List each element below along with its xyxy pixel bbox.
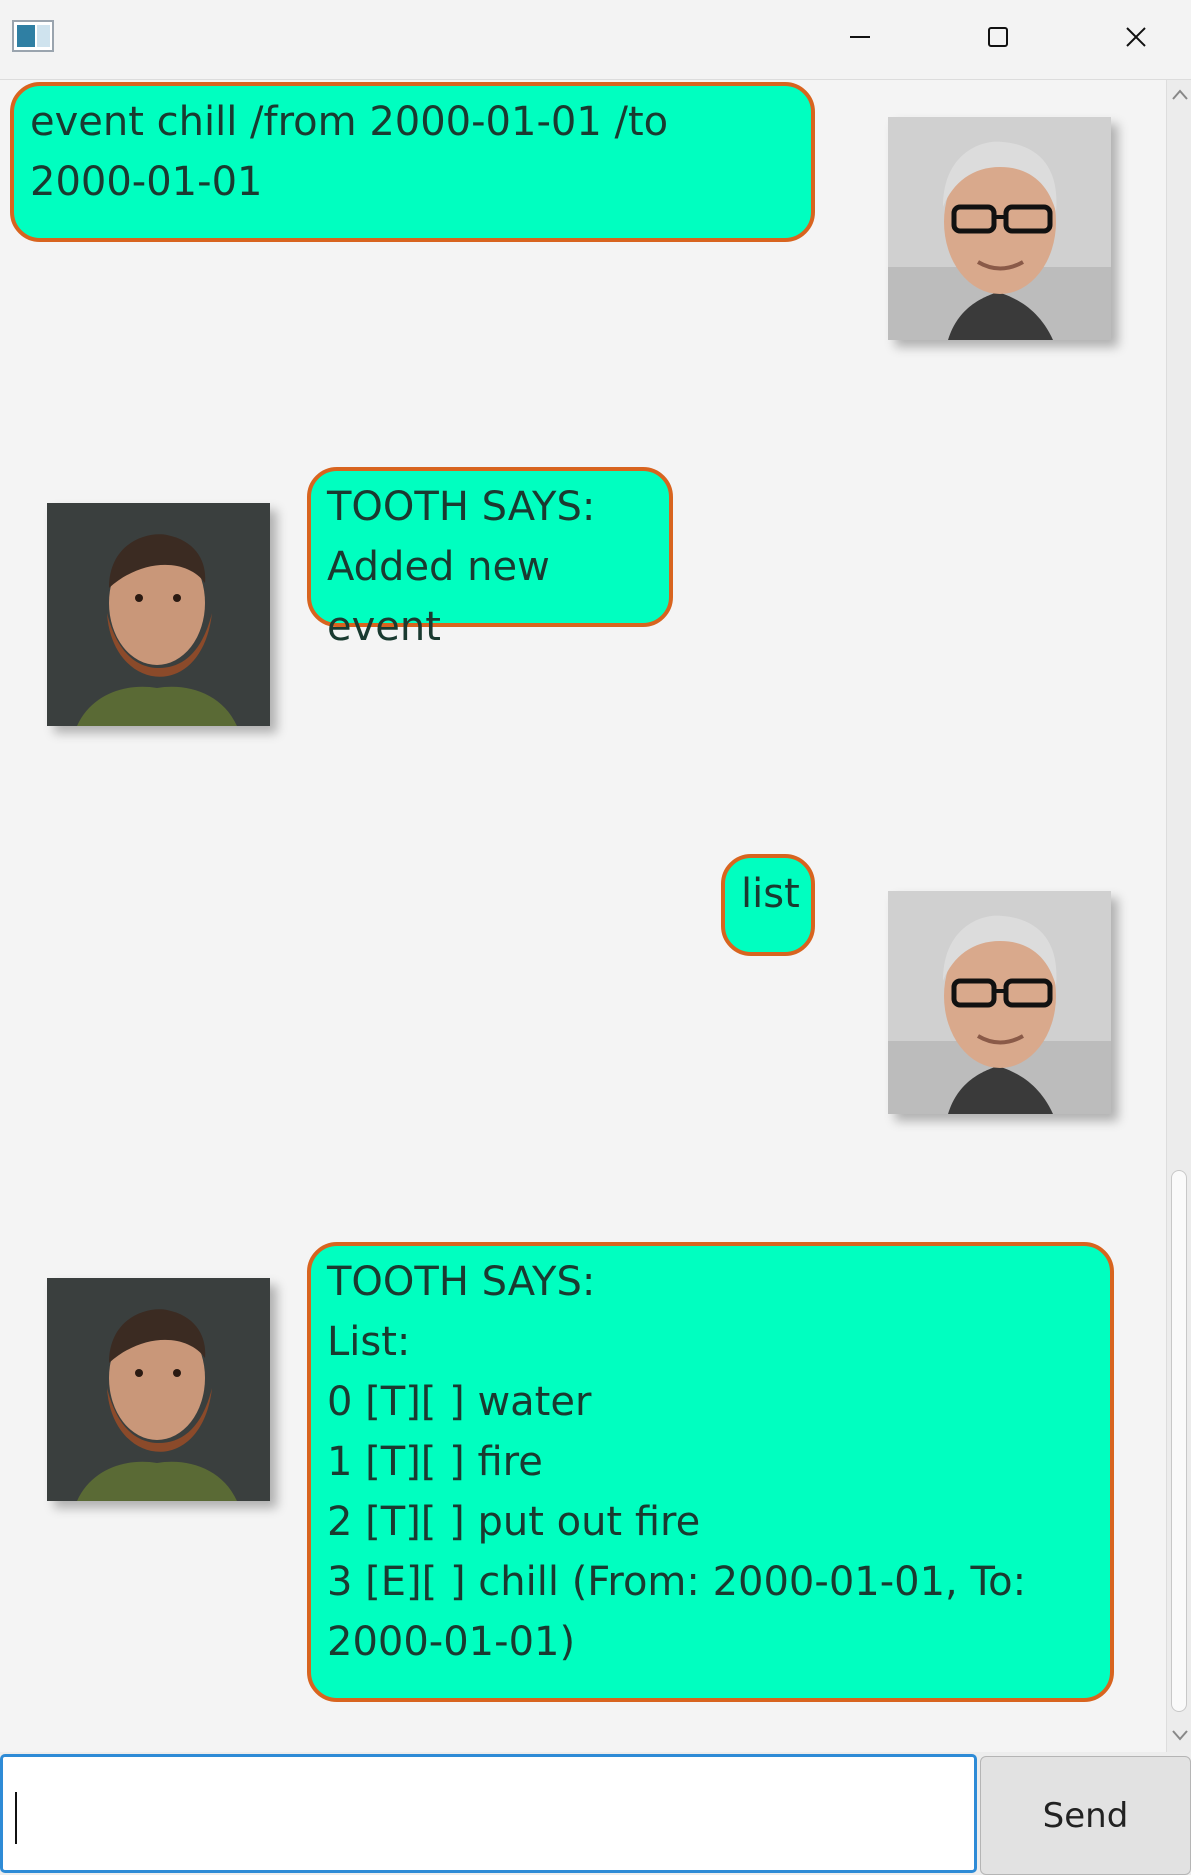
user-message-bubble: event chill /from 2000-01-01 /to 2000-01… — [10, 82, 815, 242]
scrollbar-thumb[interactable] — [1171, 1170, 1187, 1712]
minimize-icon — [850, 36, 870, 38]
bot-avatar — [47, 1278, 270, 1501]
user-message-bubble: list — [721, 854, 815, 956]
scroll-down-icon[interactable] — [1172, 1730, 1188, 1742]
minimize-button[interactable] — [791, 0, 927, 72]
bot-message-bubble: TOOTH SAYS: Added new event — [307, 467, 673, 650]
user-avatar — [888, 117, 1111, 340]
maximize-icon — [988, 27, 1008, 47]
chat-scroll-pane[interactable]: event chill /from 2000-01-01 /to 2000-01… — [0, 80, 1166, 1752]
text-caret — [15, 1792, 17, 1844]
bot-message-bubble: TOOTH SAYS: List: 0 [T][ ] water 1 [T][ … — [307, 1242, 1114, 1702]
scroll-up-icon[interactable] — [1172, 88, 1188, 100]
close-icon — [1126, 27, 1146, 47]
user-avatar — [888, 891, 1111, 1114]
title-bar — [0, 0, 1191, 80]
send-button[interactable]: Send — [980, 1756, 1191, 1875]
bot-avatar — [47, 503, 270, 726]
vertical-scrollbar[interactable] — [1166, 80, 1191, 1752]
message-input[interactable] — [0, 1754, 977, 1873]
maximize-button[interactable] — [929, 0, 1065, 72]
input-bar: Send — [0, 1752, 1191, 1875]
app-icon — [12, 20, 54, 52]
close-button[interactable] — [1067, 0, 1191, 72]
